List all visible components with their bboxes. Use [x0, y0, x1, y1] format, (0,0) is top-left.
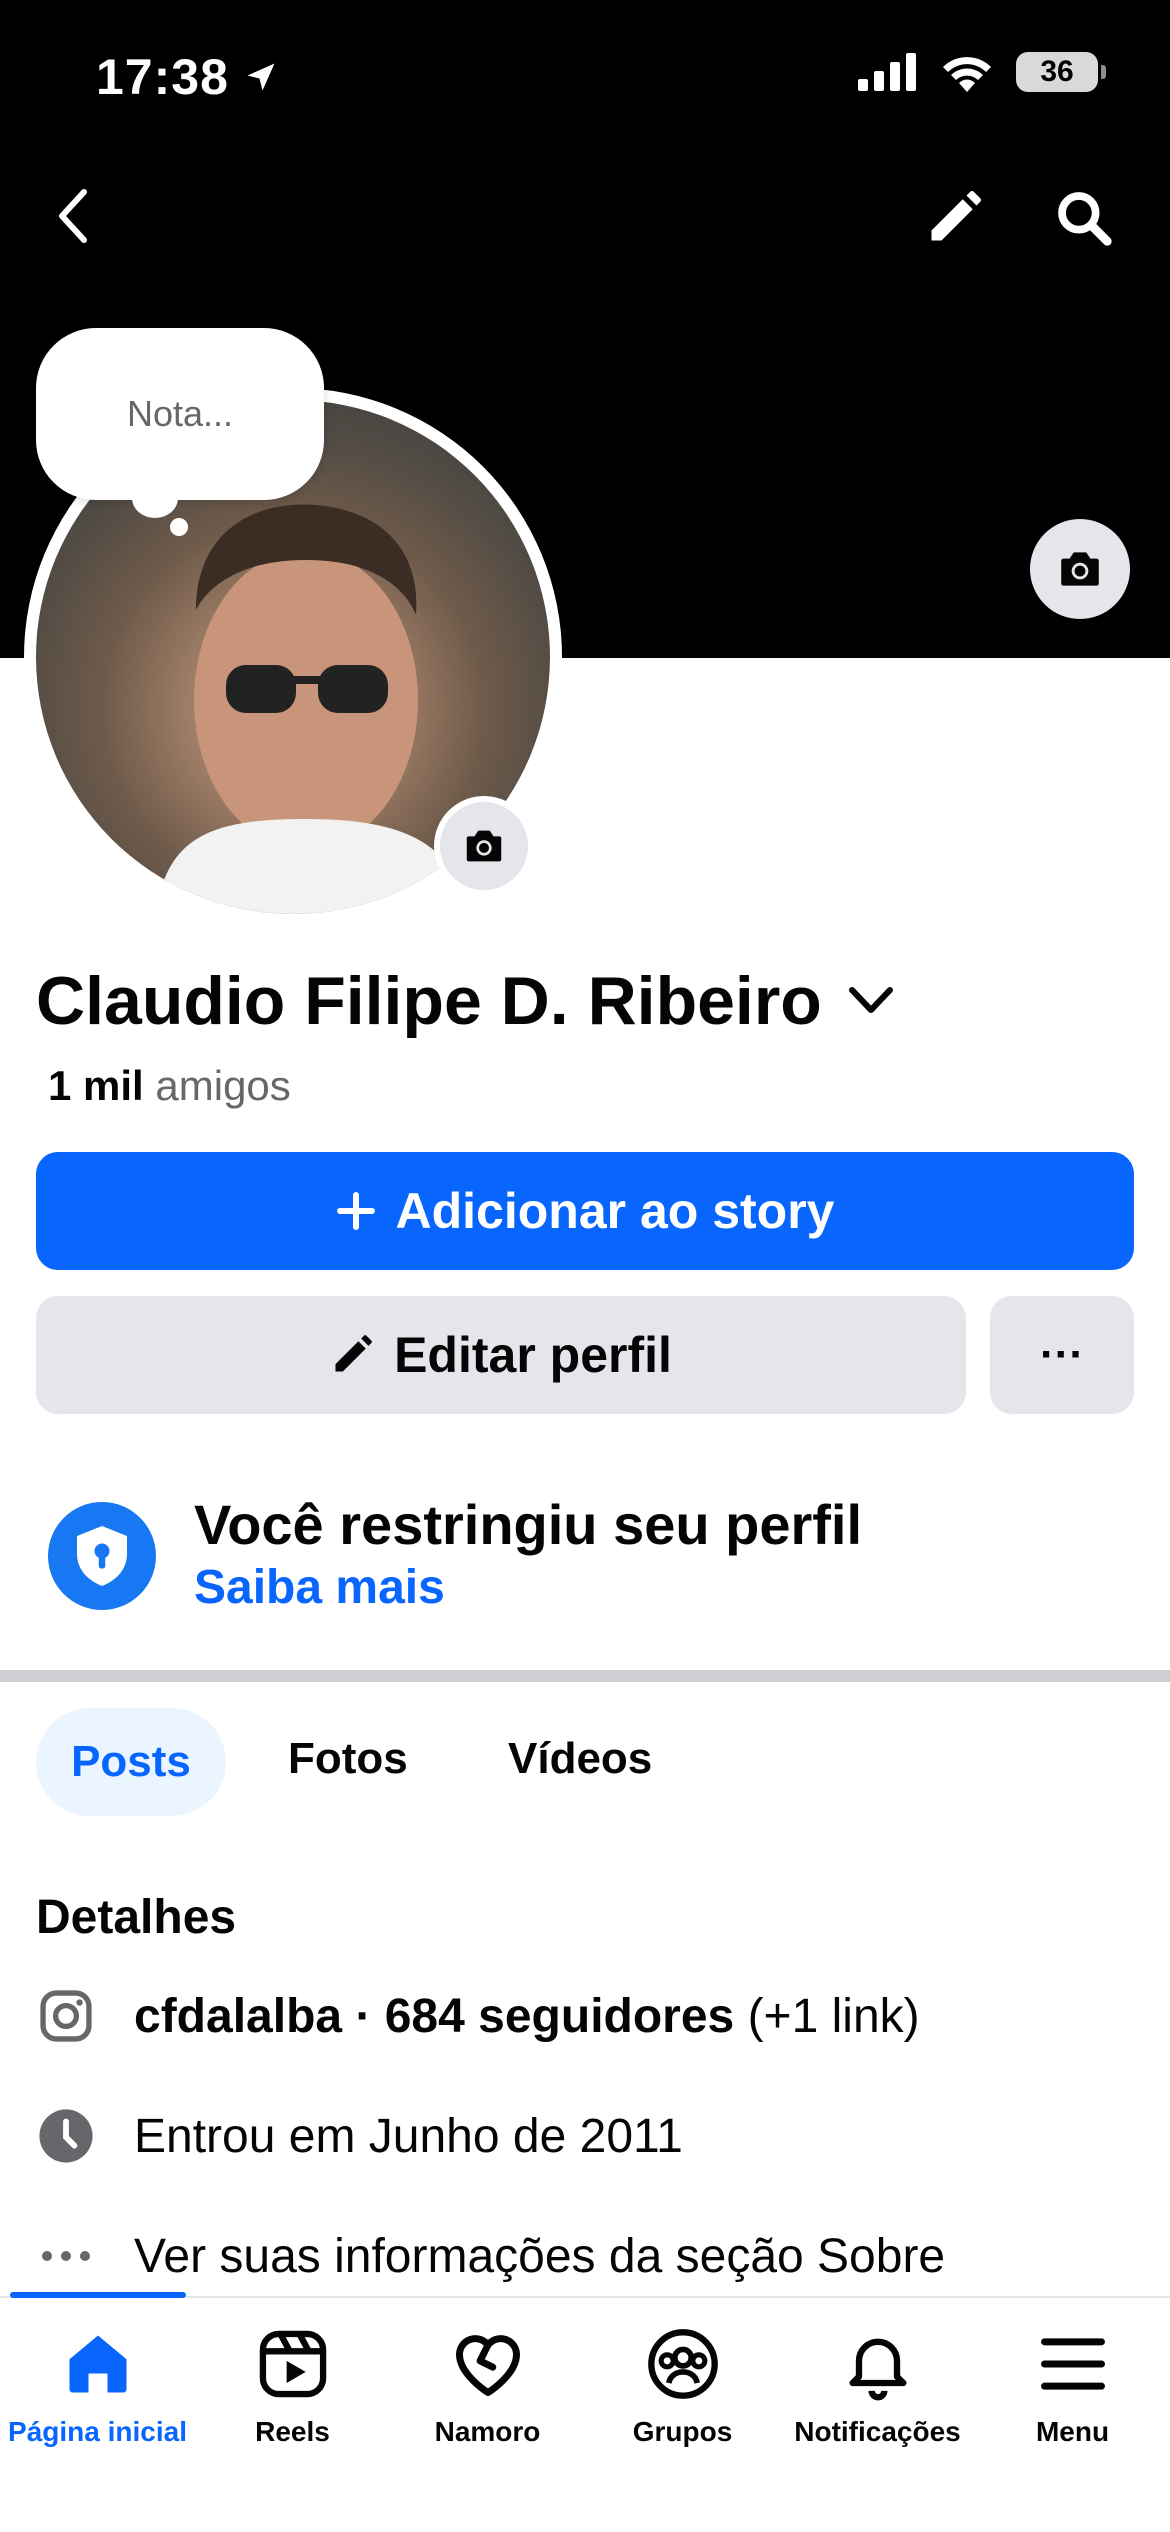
tab-posts-label: Posts — [71, 1737, 191, 1786]
learn-more-link[interactable]: Saiba mais — [194, 1560, 445, 1615]
heart-icon — [455, 2335, 520, 2396]
nav-menu[interactable]: Menu — [975, 2326, 1170, 2448]
cellular-signal-icon — [858, 53, 916, 91]
note-bubble[interactable]: Nota... — [36, 328, 324, 500]
shield-lock-icon — [77, 1526, 127, 1586]
edit-profile-button[interactable]: Editar perfil — [36, 1296, 966, 1414]
restricted-shield — [48, 1502, 156, 1610]
nav-groups[interactable]: Grupos — [585, 2326, 780, 2448]
instagram-extra-links: (+1 link) — [734, 1989, 920, 2043]
profile-name-text: Claudio Filipe D. Ribeiro — [36, 963, 822, 1039]
clock-icon — [36, 2106, 96, 2166]
camera-icon — [1061, 552, 1099, 586]
instagram-row[interactable]: cfdalalba · 684 seguidores (+1 link) — [36, 1986, 920, 2046]
menu-icon — [1040, 2338, 1105, 2390]
nav-reels[interactable]: Reels — [195, 2326, 390, 2448]
search-icon[interactable] — [1052, 186, 1116, 250]
instagram-icon — [36, 1986, 96, 2046]
about-row[interactable]: Ver suas informações da seção Sobre — [36, 2226, 945, 2286]
nav-notifications-label: Notificações — [794, 2416, 961, 2447]
note-bubble-tail-dot — [170, 518, 188, 536]
restricted-title: Você restringiu seu perfil — [194, 1493, 863, 1556]
tab-posts[interactable]: Posts — [36, 1708, 226, 1816]
edit-profile-label: Editar perfil — [394, 1327, 672, 1383]
nav-dating-label: Namoro — [434, 2416, 541, 2447]
back-icon[interactable] — [44, 186, 104, 246]
add-story-button[interactable]: Adicionar ao story — [36, 1152, 1134, 1270]
reels-icon — [259, 2330, 326, 2398]
wifi-icon — [943, 57, 991, 92]
nav-notifications[interactable]: Notificações — [780, 2326, 975, 2448]
battery-indicator: 36 — [1016, 52, 1106, 92]
camera-icon — [466, 830, 502, 862]
nav-home-label: Página inicial — [8, 2416, 187, 2447]
nav-home[interactable]: Página inicial — [0, 2326, 195, 2448]
more-options-icon: ··· — [1040, 1330, 1084, 1379]
add-story-label: Adicionar ao story — [395, 1183, 835, 1239]
note-bubble-tail — [132, 478, 178, 518]
joined-row: Entrou em Junho de 2011 — [36, 2106, 683, 2166]
location-arrow-icon — [247, 63, 275, 91]
bell-icon — [849, 2338, 906, 2401]
instagram-handle: cfdalalba · 684 seguidores — [134, 1989, 735, 2043]
pencil-edit-icon[interactable] — [922, 186, 986, 250]
cover-camera-button[interactable] — [1026, 515, 1134, 623]
section-divider — [0, 1670, 1170, 1682]
tab-videos[interactable]: Vídeos — [508, 1734, 652, 1784]
more-options-button[interactable]: ··· — [990, 1296, 1134, 1414]
avatar-camera-button[interactable] — [434, 796, 534, 896]
note-placeholder: Nota... — [126, 393, 234, 434]
about-link-text: Ver suas informações da seção Sobre — [134, 2229, 946, 2283]
chevron-down-icon[interactable] — [846, 984, 896, 1018]
status-time: 17:38 — [96, 48, 279, 106]
more-dots-icon — [36, 2226, 96, 2286]
friends-label: amigos — [155, 1062, 291, 1109]
details-heading: Detalhes — [36, 1891, 237, 1944]
nav-groups-label: Grupos — [632, 2416, 733, 2447]
plus-icon — [336, 1192, 375, 1230]
nav-menu-label: Menu — [1035, 2416, 1110, 2447]
friends-number: 1 mil — [48, 1062, 144, 1109]
profile-name[interactable]: Claudio Filipe D. Ribeiro — [36, 962, 896, 1040]
active-tab-indicator — [10, 2292, 186, 2298]
home-icon — [69, 2335, 126, 2393]
nav-reels-label: Reels — [255, 2416, 330, 2447]
groups-icon — [647, 2329, 718, 2399]
status-indicators: 36 — [858, 52, 1106, 92]
tab-photos[interactable]: Fotos — [288, 1734, 408, 1784]
nav-dating[interactable]: Namoro — [390, 2326, 585, 2448]
friends-count[interactable]: 1 mil amigos — [48, 1062, 291, 1110]
pencil-icon — [335, 1335, 372, 1372]
joined-text: Entrou em Junho de 2011 — [134, 2109, 683, 2163]
